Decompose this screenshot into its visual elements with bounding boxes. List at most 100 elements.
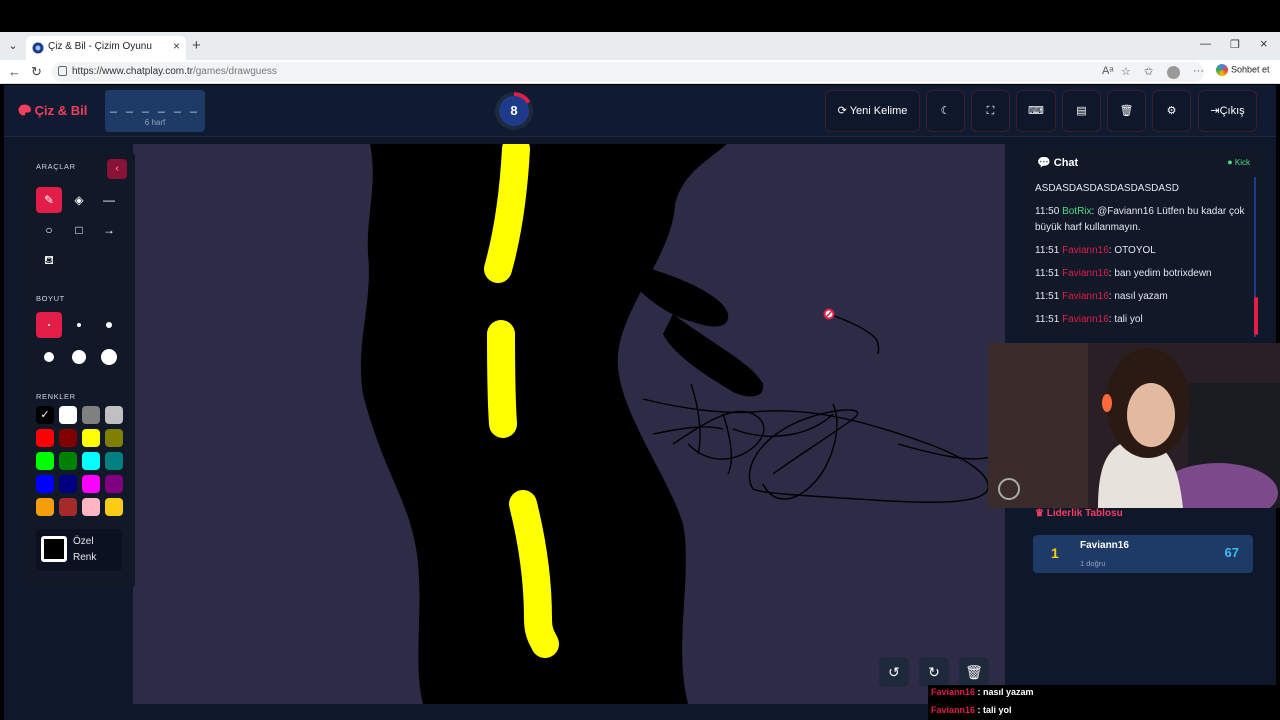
color-swatch[interactable]	[105, 498, 123, 516]
status-dot-icon: ●	[1227, 157, 1233, 167]
undo-button[interactable]: ↺	[879, 657, 909, 687]
color-swatch[interactable]: ✓	[36, 406, 54, 424]
archive-button[interactable]: ▤	[1062, 90, 1101, 132]
size-option-1[interactable]	[36, 312, 62, 338]
leaderboard-row: 1 Faviann16 1 doğru 67	[1033, 535, 1253, 573]
color-swatch[interactable]	[105, 429, 123, 447]
color-swatch[interactable]	[36, 498, 54, 516]
chat-username[interactable]: Faviann16	[1062, 314, 1109, 325]
color-swatch[interactable]	[105, 406, 123, 424]
brush-tool[interactable]: ✎	[36, 187, 62, 213]
drawing-canvas[interactable]	[133, 144, 1005, 704]
streamer-webcam-image	[988, 343, 1280, 508]
color-swatch[interactable]	[82, 406, 100, 424]
tab-list-icon[interactable]: ⌄	[4, 38, 22, 54]
color-swatch[interactable]	[105, 452, 123, 470]
close-window-icon[interactable]: ×	[1260, 36, 1268, 51]
delete-button[interactable]: 🗑	[1107, 90, 1146, 132]
browser-tab[interactable]: Çiz & Bil - Çizim Oyunu ×	[26, 36, 186, 60]
clear-canvas-button[interactable]: 🗑	[959, 657, 989, 687]
eraser-tool[interactable]: ◈	[66, 187, 92, 213]
settings-button[interactable]: ⚙	[1152, 90, 1191, 132]
leaderboard-title: ♛ Liderlik Tablosu	[1035, 508, 1123, 519]
color-swatch[interactable]	[59, 475, 77, 493]
favorites-list-icon[interactable]: ✩	[1144, 65, 1153, 78]
color-swatch[interactable]	[59, 406, 77, 424]
color-swatch[interactable]	[82, 498, 100, 516]
back-icon[interactable]: ←	[8, 64, 21, 79]
size-option-2[interactable]	[66, 312, 92, 338]
word-letter-count: 6 harf	[144, 118, 166, 127]
custom-color-button[interactable]: Özel Renk	[36, 529, 122, 571]
rectangle-tool[interactable]: □	[66, 217, 92, 243]
archive-icon: ▤	[1076, 105, 1087, 117]
color-swatch[interactable]	[59, 498, 77, 516]
favorite-icon[interactable]: ☆	[1121, 65, 1131, 78]
chat-scrollbar[interactable]	[1254, 297, 1258, 335]
color-swatch[interactable]	[82, 452, 100, 470]
palette-icon	[18, 104, 31, 116]
profile-avatar[interactable]	[1167, 66, 1180, 79]
new-word-button[interactable]: ⟳ Yeni Kelime	[825, 90, 920, 132]
close-tab-icon[interactable]: ×	[173, 39, 180, 53]
custom-color-label-1: Özel	[73, 536, 94, 547]
expand-icon: ⛶	[986, 105, 995, 117]
line-tool[interactable]: —	[96, 187, 122, 213]
logout-icon: ⇥	[1210, 105, 1220, 117]
size-dot	[44, 352, 54, 362]
circle-icon: ○	[45, 223, 53, 237]
color-swatch[interactable]	[59, 452, 77, 470]
color-swatch[interactable]	[82, 475, 100, 493]
chat-timestamp: 11:50	[1035, 206, 1060, 217]
new-tab-icon[interactable]: +	[192, 37, 201, 54]
arrow-tool[interactable]: →	[96, 217, 122, 243]
timer-value: 8	[499, 96, 529, 126]
url-field[interactable]: https://www.chatplay.com.tr/games/drawgu…	[52, 62, 1204, 82]
redo-button[interactable]: ↻	[919, 657, 949, 687]
chat-timestamp: 11:51	[1035, 291, 1060, 302]
chat-username[interactable]: Faviann16	[1062, 268, 1109, 279]
leaderboard-rank: 1	[1051, 545, 1059, 561]
color-swatch[interactable]	[59, 429, 77, 447]
keyboard-button[interactable]: ⌨	[1016, 90, 1056, 132]
chat-connection-status: ● Kick	[1227, 157, 1250, 167]
app-logo: Çiz & Bil	[18, 103, 87, 118]
minimize-icon[interactable]: —	[1200, 38, 1211, 50]
trash-icon: 🗑	[1119, 105, 1134, 117]
size-option-3[interactable]	[96, 312, 122, 338]
color-swatch[interactable]	[105, 475, 123, 493]
read-aloud-icon[interactable]: Aᵃ	[1102, 65, 1113, 77]
chat-timestamp: 11:51	[1035, 314, 1060, 325]
trash-icon: 🗑	[965, 664, 983, 680]
chat-message: 11:51 Faviann16: OTOYOL	[1035, 243, 1250, 259]
copilot-chat-button[interactable]: Sohbet et	[1216, 64, 1270, 76]
chat-timestamp: 11:51	[1035, 268, 1060, 279]
size-option-6[interactable]	[96, 344, 122, 370]
color-swatch[interactable]	[82, 429, 100, 447]
collapse-panel-button[interactable]: ‹	[107, 159, 127, 179]
chat-username[interactable]: Faviann16	[1062, 245, 1109, 256]
fill-tool[interactable]: ⛾	[36, 247, 62, 273]
chat-message: 11:51 Faviann16: nasıl yazam	[1035, 289, 1250, 305]
size-option-5[interactable]	[66, 344, 92, 370]
more-options-icon[interactable]: ···	[1193, 65, 1204, 77]
dark-mode-button[interactable]: ☾	[926, 90, 965, 132]
size-option-4[interactable]	[36, 344, 62, 370]
size-dot	[106, 322, 112, 328]
reload-icon[interactable]: ↻	[31, 64, 42, 80]
exit-button[interactable]: ⇥Çıkış	[1198, 90, 1257, 132]
circle-tool[interactable]: ○	[36, 217, 62, 243]
fullscreen-button[interactable]: ⛶	[971, 90, 1010, 132]
chat-username[interactable]: BotRix	[1062, 206, 1091, 217]
color-swatch[interactable]	[36, 452, 54, 470]
lock-icon	[58, 66, 67, 76]
chat-text: ASDASDASDASDASDASDASD	[1035, 183, 1179, 194]
color-swatch[interactable]	[36, 475, 54, 493]
color-swatch[interactable]	[36, 429, 54, 447]
eraser-icon: ◈	[74, 193, 84, 207]
maximize-icon[interactable]: ❐	[1230, 38, 1240, 51]
leaderboard-name: Faviann16	[1080, 540, 1129, 551]
size-section-title: BOYUT	[36, 294, 65, 303]
chat-username[interactable]: Faviann16	[1062, 291, 1109, 302]
secret-word-box: _ _ _ _ _ _ 6 harf	[105, 90, 205, 132]
